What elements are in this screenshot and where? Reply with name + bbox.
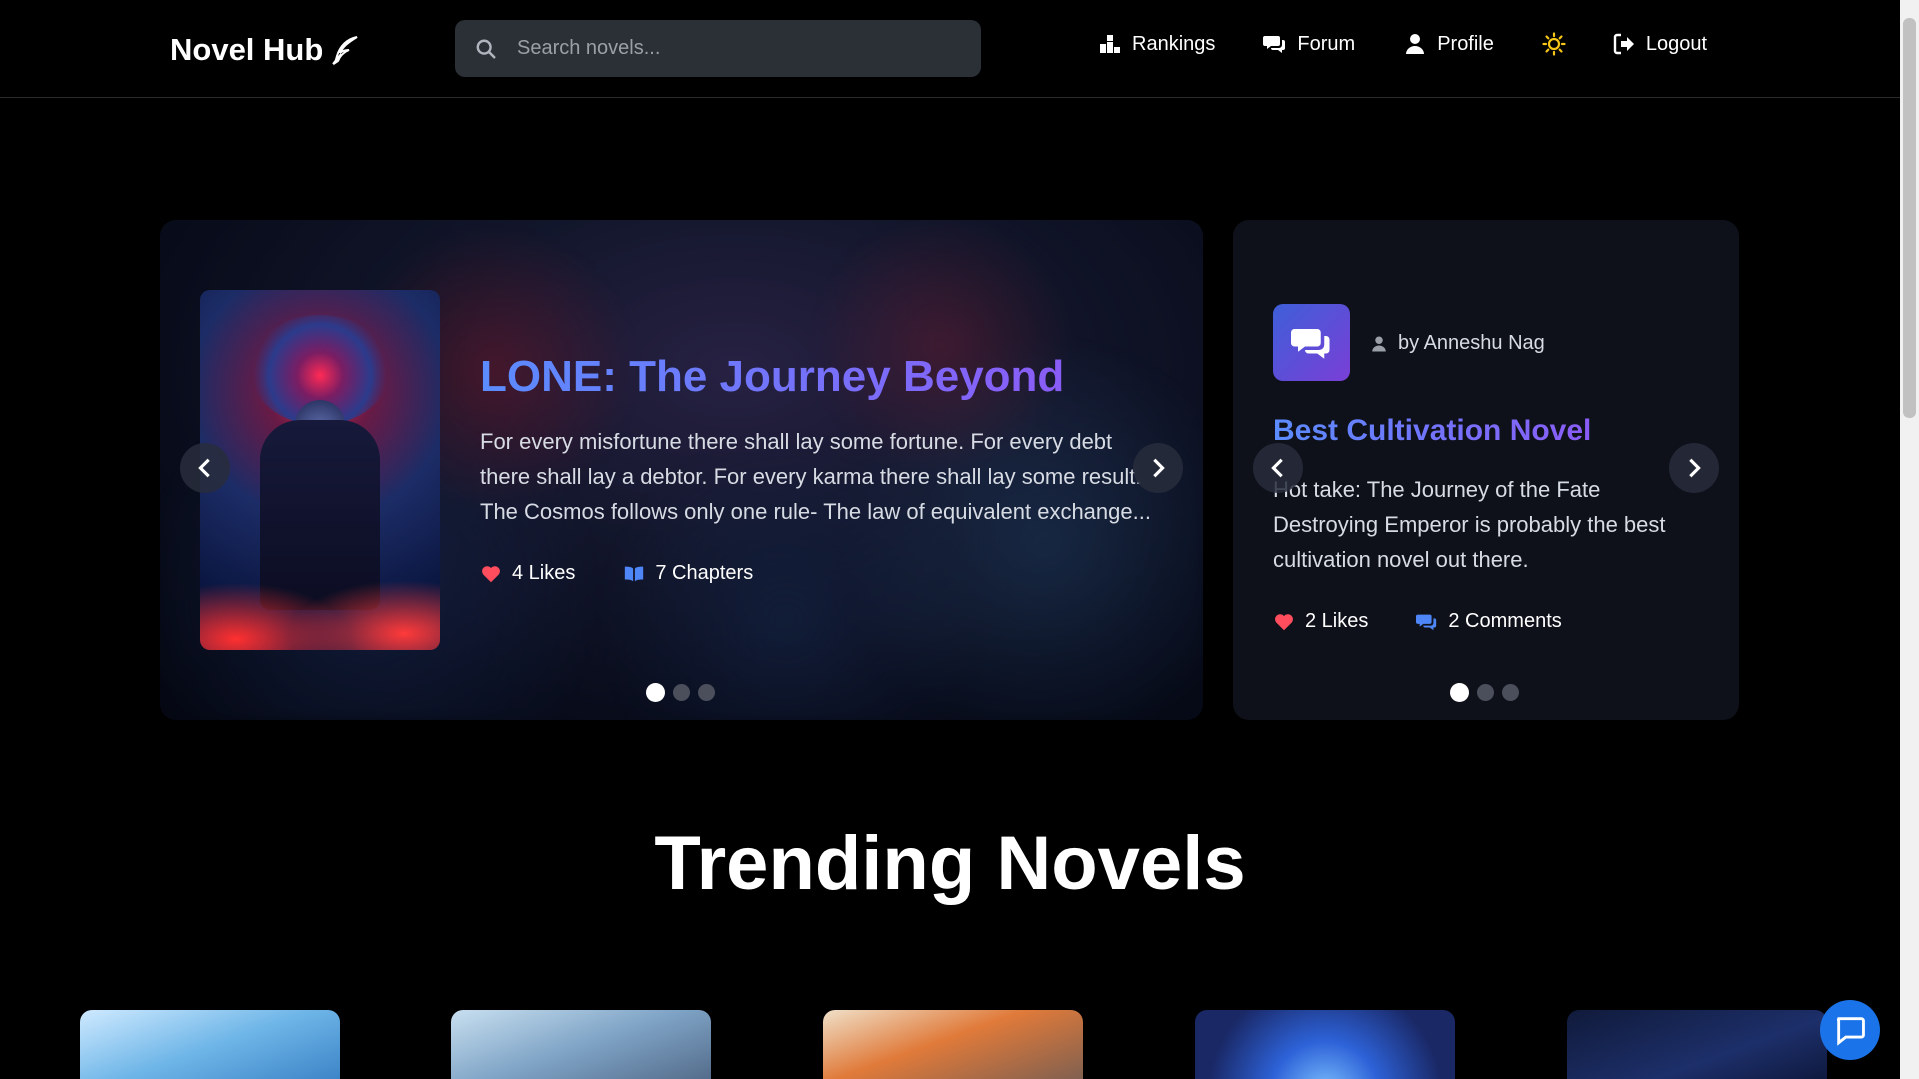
chat-button[interactable] <box>1820 1000 1880 1060</box>
chat-icon <box>1836 1017 1865 1046</box>
nav-rankings-label: Rankings <box>1132 32 1216 55</box>
nav-profile[interactable]: Profile <box>1403 32 1494 56</box>
forum-dot-2[interactable] <box>1477 684 1494 701</box>
trending-novel-card[interactable] <box>823 1010 1083 1079</box>
search-icon <box>476 39 496 59</box>
hero-prev-button[interactable] <box>180 443 230 493</box>
forum-prev-button[interactable] <box>1253 443 1303 493</box>
forum-dot-1[interactable] <box>1450 683 1469 702</box>
search-bar[interactable] <box>455 20 981 77</box>
theme-toggle[interactable] <box>1542 32 1566 56</box>
hero-next-button[interactable] <box>1133 443 1183 493</box>
nav-logout-label: Logout <box>1645 32 1708 55</box>
heart-icon <box>482 565 500 582</box>
forum-post-carousel: by Anneshu Nag Best Cultivation Novel Ho… <box>1233 220 1739 720</box>
forum-author-name: by Anneshu Nag <box>1398 332 1545 354</box>
nav-rankings[interactable]: Rankings <box>1098 32 1215 56</box>
slide-dot-3[interactable] <box>698 684 715 701</box>
user-icon <box>1406 34 1425 54</box>
rankings-icon <box>1100 35 1120 53</box>
page-scrollbar[interactable] <box>1900 0 1919 1079</box>
trending-novel-card[interactable] <box>1567 1010 1827 1079</box>
forum-comments-stat: 2 Comments <box>1416 610 1562 633</box>
trending-section-title: Trending Novels <box>654 821 1246 906</box>
chevron-left-icon <box>1271 458 1283 478</box>
chevron-right-icon <box>1689 458 1701 478</box>
comments-icon <box>1290 328 1329 359</box>
novel-cover-image[interactable] <box>200 290 440 650</box>
nav-profile-label: Profile <box>1437 32 1494 55</box>
book-open-icon <box>625 566 644 581</box>
quill-icon <box>332 36 358 66</box>
chapters-stat: 7 Chapters <box>623 562 753 585</box>
brand-logo[interactable]: Novel Hub <box>170 32 361 68</box>
hero-slide-indicators <box>646 683 715 702</box>
nav-links: Rankings Forum Profile Logout <box>1098 32 1755 56</box>
comments-icon <box>1416 614 1437 630</box>
forum-post-body: Hot take: The Journey of the Fate Destro… <box>1273 477 1666 572</box>
user-icon <box>1372 336 1386 351</box>
sun-icon <box>1542 32 1566 56</box>
forum-slide-indicators <box>1450 683 1519 702</box>
nav-forum-label: Forum <box>1297 32 1356 55</box>
likes-stat: 4 Likes <box>480 562 575 585</box>
comments-icon <box>1263 36 1286 53</box>
chevron-right-icon <box>1153 458 1165 478</box>
chevron-left-icon <box>198 458 210 478</box>
trending-novel-card[interactable] <box>451 1010 711 1079</box>
featured-novel-carousel: LONE: The Journey Beyond For every misfo… <box>160 220 1203 720</box>
chapters-count: 7 Chapters <box>655 562 754 584</box>
forum-author: by Anneshu Nag <box>1370 332 1545 355</box>
forum-dot-3[interactable] <box>1502 684 1519 701</box>
forum-likes-stat: 2 Likes <box>1273 610 1368 633</box>
trending-novel-card[interactable] <box>1195 1010 1455 1079</box>
hero-novel-title[interactable]: LONE: The Journey Beyond <box>480 352 1064 402</box>
trending-novel-card[interactable] <box>80 1010 340 1079</box>
scrollbar-thumb[interactable] <box>1903 18 1916 418</box>
navbar: Novel Hub Rankings <box>0 0 1900 98</box>
forum-next-button[interactable] <box>1669 443 1719 493</box>
forum-likes-count: 2 Likes <box>1305 610 1369 632</box>
logout-icon <box>1613 33 1634 55</box>
forum-post-stats: 2 Likes 2 Comments <box>1273 610 1562 633</box>
forum-post-title[interactable]: Best Cultivation Novel <box>1273 414 1591 448</box>
brand-name: Novel Hub <box>170 32 324 67</box>
nav-logout[interactable]: Logout <box>1612 32 1707 56</box>
forum-avatar <box>1273 304 1350 381</box>
nav-forum[interactable]: Forum <box>1263 32 1355 56</box>
hero-novel-stats: 4 Likes 7 Chapters <box>480 562 753 585</box>
page: Novel Hub Rankings <box>0 0 1919 1079</box>
likes-count: 4 Likes <box>512 562 576 584</box>
heart-icon <box>1275 613 1293 630</box>
search-input[interactable] <box>517 37 957 60</box>
hero-novel-description: For every misfortune there shall lay som… <box>480 429 1151 524</box>
slide-dot-2[interactable] <box>673 684 690 701</box>
forum-comments-count: 2 Comments <box>1448 610 1562 632</box>
slide-dot-1[interactable] <box>646 683 665 702</box>
